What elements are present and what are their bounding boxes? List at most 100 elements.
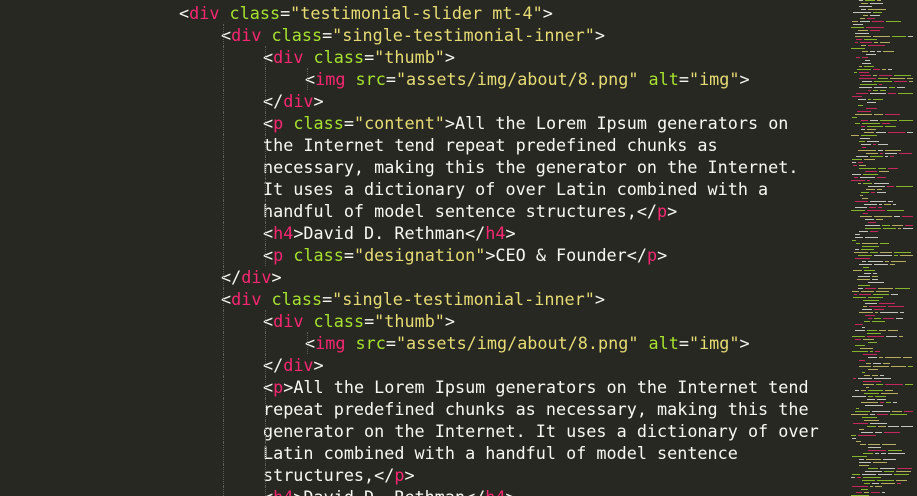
code-line[interactable]: necessary, making this the generator on … (0, 156, 847, 178)
minimap-line (855, 33, 869, 34)
code-line[interactable]: <img src="assets/img/about/8.png" alt="i… (0, 68, 847, 90)
minimap-line (875, 396, 886, 397)
minimap-line (860, 21, 870, 22)
minimap-line (891, 366, 906, 367)
minimap-line (852, 396, 866, 397)
indent-guide (223, 398, 224, 420)
code-token-text: > (313, 91, 324, 111)
minimap-line (877, 177, 886, 178)
minimap-line (867, 129, 876, 130)
minimap-line (870, 156, 883, 157)
minimap-line (856, 243, 860, 244)
code-line[interactable]: generator on the Internet. It uses a dic… (0, 420, 847, 442)
minimap-line (868, 222, 876, 223)
minimap-line (877, 192, 886, 193)
code-token-tag: div (283, 91, 314, 111)
minimap-line (874, 87, 887, 88)
code-token-string: "thumb" (374, 311, 445, 331)
code-token-attribute: src (355, 69, 386, 89)
code-line[interactable]: </div> (0, 90, 847, 112)
code-token-tag: div (273, 311, 304, 331)
minimap-line (868, 447, 881, 448)
code-area[interactable]: <div class="testimonial-slider mt-4"> <di… (0, 2, 847, 496)
minimap-line (863, 213, 868, 214)
code-line[interactable]: <p class="designation">CEO & Founder</p> (0, 244, 847, 266)
code-line[interactable]: It uses a dictionary of over Latin combi… (0, 178, 847, 200)
minimap-line (861, 45, 866, 46)
code-line[interactable]: </div> (0, 266, 847, 288)
minimap-line (882, 225, 890, 226)
indent-guide (223, 68, 224, 90)
minimap-line (885, 153, 897, 154)
code-line[interactable]: handful of model sentence structures,</p… (0, 200, 847, 222)
minimap-line (888, 168, 898, 169)
minimap-line (868, 342, 877, 343)
minimap-line (864, 159, 875, 160)
minimap-line (905, 225, 913, 226)
minimap[interactable] (847, 0, 917, 496)
minimap-line (855, 324, 863, 325)
minimap-line (858, 435, 876, 436)
minimap-line (874, 42, 878, 43)
minimap-line (861, 489, 868, 490)
minimap-line (856, 441, 861, 442)
minimap-line (856, 57, 860, 58)
minimap-line (860, 348, 873, 349)
minimap-line (868, 450, 886, 451)
code-line[interactable]: repeat predefined chunks as necessary, m… (0, 398, 847, 420)
code-token-text: > (542, 3, 553, 23)
code-token-tag: p (273, 245, 284, 265)
minimap-line (875, 486, 882, 487)
code-line[interactable]: <div class="thumb"> (0, 46, 847, 68)
minimap-line (852, 291, 859, 292)
minimap-line (866, 108, 877, 109)
code-line[interactable]: <h4>David D. Rethman</h4> (0, 222, 847, 244)
code-line[interactable]: <img src="assets/img/about/8.png" alt="i… (0, 332, 847, 354)
minimap-line (877, 0, 881, 1)
minimap-line (883, 51, 894, 52)
minimap-line (864, 204, 877, 205)
minimap-line (858, 99, 866, 100)
code-line[interactable]: structures,</p> (0, 464, 847, 486)
code-token-attribute: class (313, 47, 365, 67)
minimap-line (888, 453, 905, 454)
indent-guide (223, 112, 224, 134)
indent-guide (265, 244, 266, 266)
minimap-line (870, 231, 878, 232)
code-line[interactable]: <h4>David D. Rethman</h4> (0, 486, 847, 496)
minimap-line (880, 312, 898, 313)
code-line[interactable]: </div> (0, 354, 847, 376)
code-token-text: = (364, 47, 375, 67)
minimap-line (876, 384, 883, 385)
code-token-text: = (678, 69, 689, 89)
minimap-line (897, 483, 901, 484)
code-line[interactable]: the Internet tend repeat predefined chun… (0, 134, 847, 156)
minimap-line (862, 372, 865, 373)
minimap-line (856, 93, 868, 94)
minimap-line (873, 12, 882, 13)
minimap-line (884, 204, 891, 205)
code-editor[interactable]: <div class="testimonial-slider mt-4"> <di… (0, 0, 917, 496)
code-line[interactable]: Latin combined with a handful of model s… (0, 442, 847, 464)
minimap-line (882, 492, 885, 493)
minimap-line (877, 414, 888, 415)
minimap-line (858, 378, 872, 379)
minimap-line (896, 480, 907, 481)
minimap-line (861, 291, 874, 292)
code-line[interactable]: <p class="content">All the Lorem Ipsum g… (0, 112, 847, 134)
minimap-line (882, 123, 890, 124)
code-line[interactable]: <p>All the Lorem Ipsum generators on the… (0, 376, 847, 398)
code-token-text: > (404, 465, 415, 485)
code-line[interactable]: <div class="single-testimonial-inner"> (0, 288, 847, 310)
minimap-line (862, 57, 868, 58)
code-token-tag: img (315, 333, 346, 353)
code-line[interactable]: <div class="testimonial-slider mt-4"> (0, 2, 847, 24)
minimap-line (876, 219, 883, 220)
code-line[interactable]: <div class="single-testimonial-inner"> (0, 24, 847, 46)
code-line[interactable]: <div class="thumb"> (0, 310, 847, 332)
minimap-line (860, 18, 865, 19)
minimap-line (855, 207, 867, 208)
code-token-tag: h4 (273, 223, 294, 243)
minimap-line (852, 351, 868, 352)
